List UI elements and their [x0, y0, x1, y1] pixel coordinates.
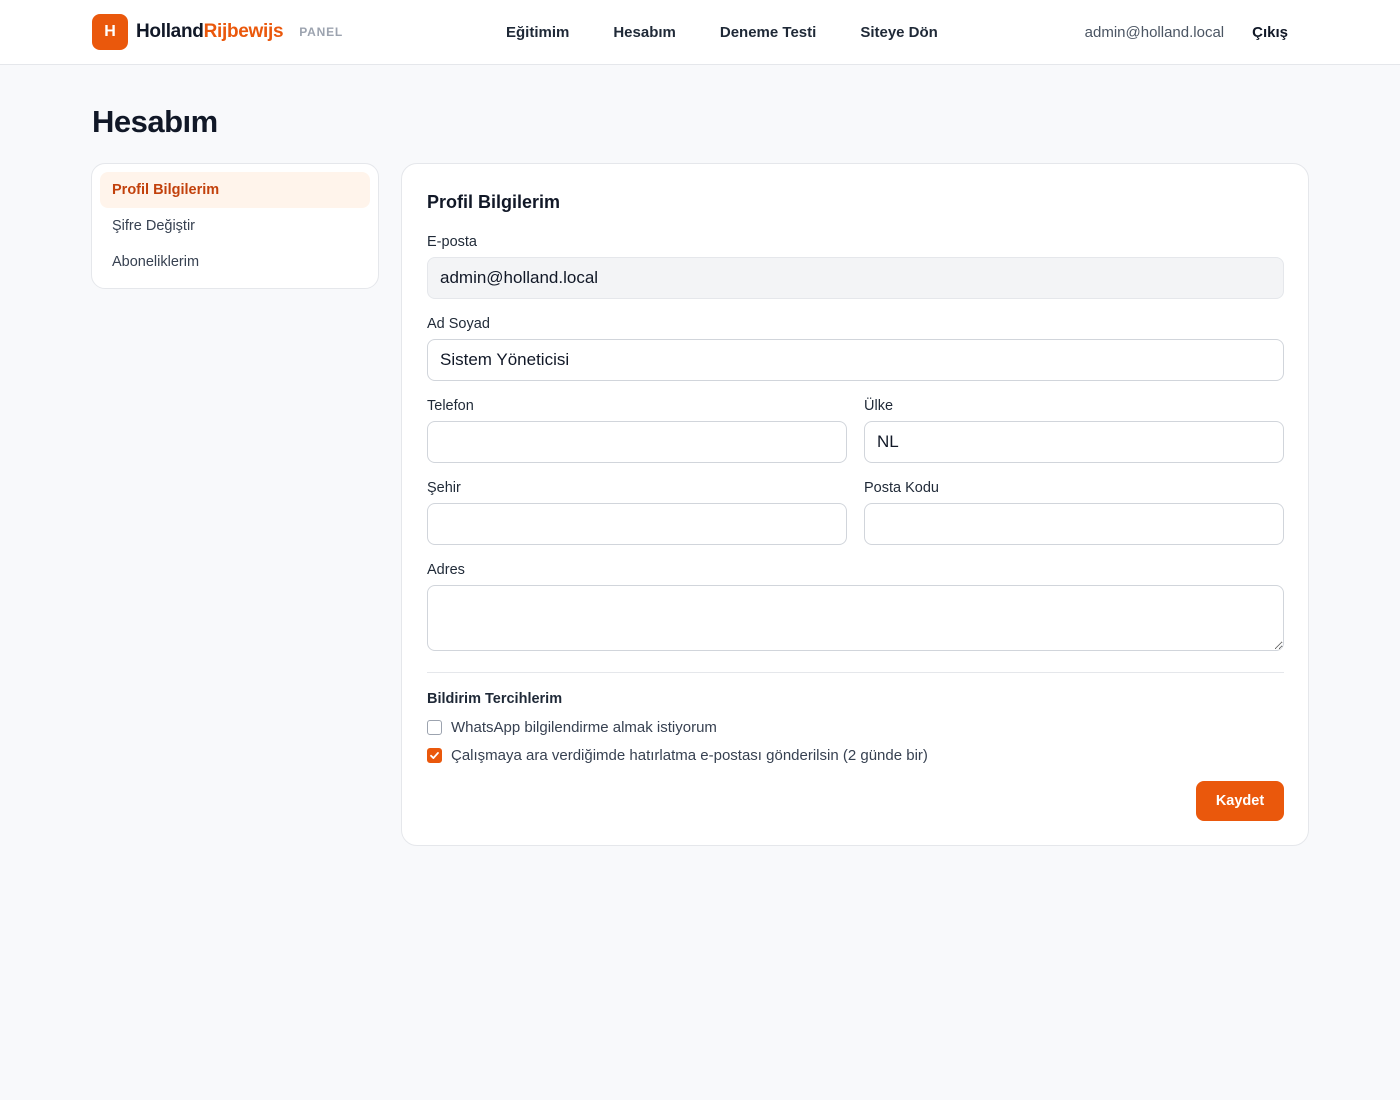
notification-preferences-title: Bildirim Tercihlerim [427, 691, 563, 707]
check-icon [430, 752, 439, 759]
sidebar-item-subscriptions[interactable]: Aboneliklerim [100, 244, 370, 280]
nav-egitimim[interactable]: Eğitimim [506, 24, 569, 41]
top-header: H HollandRijbewijs PANEL Eğitimim Hesabı… [0, 0, 1400, 65]
city-field[interactable] [427, 503, 847, 545]
account-sidebar: Profil Bilgilerim Şifre Değiştir Aboneli… [91, 163, 379, 289]
user-email: admin@holland.local [1084, 23, 1225, 41]
address-textarea[interactable] [427, 585, 1284, 651]
country-label: Ülke [864, 398, 894, 414]
whatsapp-option[interactable]: WhatsApp bilgilendirme almak istiyorum [427, 719, 717, 736]
brand-name: HollandRijbewijs [136, 21, 284, 43]
section-divider [427, 672, 1284, 673]
profile-form-card: Profil Bilgilerim E-posta Ad Soyad Telef… [401, 163, 1309, 846]
city-label: Şehir [427, 480, 461, 496]
sidebar-item-profile[interactable]: Profil Bilgilerim [100, 172, 370, 208]
postal-label: Posta Kodu [864, 480, 939, 496]
user-area: admin@holland.local Çıkış [1085, 0, 1288, 64]
phone-label: Telefon [427, 398, 474, 414]
nav-siteye-don[interactable]: Siteye Dön [860, 24, 938, 41]
reminder-label: Çalışmaya ara verdiğimde hatırlatma e-po… [451, 747, 928, 764]
brand-name-holland: Holland [136, 21, 204, 42]
logo-icon: H [92, 14, 128, 50]
whatsapp-checkbox[interactable] [427, 720, 442, 735]
reminder-checkbox[interactable] [427, 748, 442, 763]
brand-name-rijbewijs: Rijbewijs [203, 21, 284, 42]
form-title: Profil Bilgilerim [427, 192, 561, 212]
nav-deneme-testi[interactable]: Deneme Testi [720, 24, 816, 41]
nav-hesabim[interactable]: Hesabım [613, 24, 676, 41]
reminder-option[interactable]: Çalışmaya ara verdiğimde hatırlatma e-po… [427, 747, 928, 764]
phone-field[interactable] [427, 421, 847, 463]
logout-link[interactable]: Çıkış [1252, 24, 1288, 41]
fullname-label: Ad Soyad [427, 316, 490, 332]
brand[interactable]: H HollandRijbewijs PANEL [92, 14, 343, 50]
whatsapp-label: WhatsApp bilgilendirme almak istiyorum [451, 719, 717, 736]
main-nav: Eğitimim Hesabım Deneme Testi Siteye Dön [506, 0, 938, 64]
email-field[interactable] [427, 257, 1284, 299]
page-title: Hesabım [92, 104, 218, 139]
email-label: E-posta [427, 234, 477, 250]
panel-tag: PANEL [299, 25, 344, 39]
country-field[interactable] [864, 421, 1284, 463]
sidebar-item-change-password[interactable]: Şifre Değiştir [100, 208, 370, 244]
postal-code-field[interactable] [864, 503, 1284, 545]
address-label: Adres [427, 562, 465, 578]
fullname-field[interactable] [427, 339, 1284, 381]
save-button[interactable]: Kaydet [1196, 781, 1284, 821]
